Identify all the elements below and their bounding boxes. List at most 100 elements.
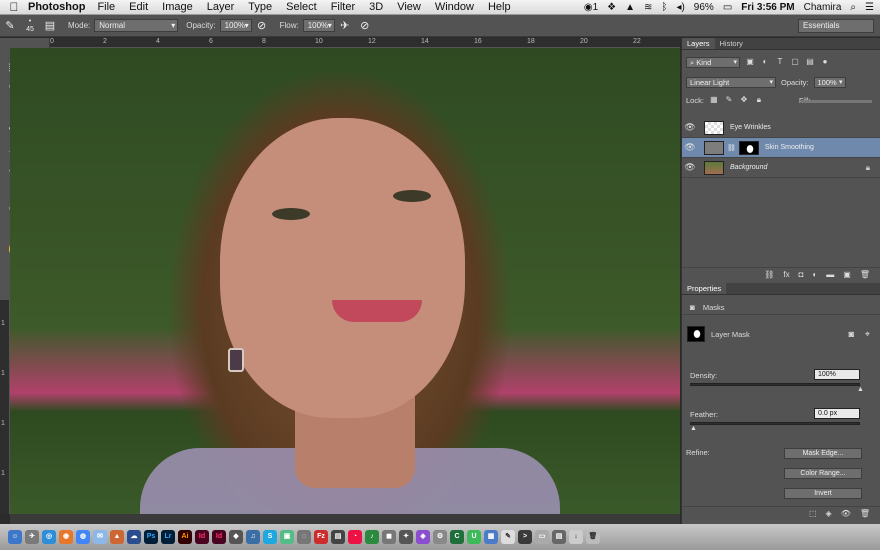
lightroom-dock-icon[interactable]: Lr — [161, 530, 175, 544]
feather-slider[interactable]: ▲ — [690, 422, 860, 432]
app-icon[interactable]: ▣ — [280, 530, 294, 544]
app-icon[interactable]: U — [467, 530, 481, 544]
lock-all-icon[interactable]: 🔒︎ — [754, 95, 764, 105]
layer-row[interactable]: 👁︎ Background 🔒︎ — [682, 158, 880, 178]
wifi-icon[interactable]: ≋ — [644, 2, 652, 13]
flow-field[interactable]: 100% — [302, 19, 335, 32]
menu-select[interactable]: Select — [286, 1, 317, 13]
apple-menu-icon[interactable]:  — [0, 0, 28, 14]
new-group-icon[interactable]: ▬ — [826, 270, 834, 279]
mode-dropdown[interactable]: Normal — [94, 19, 179, 32]
status-icon[interactable]: ◉1 — [584, 2, 598, 13]
bluetooth-icon[interactable]: ᛒ — [661, 2, 667, 13]
volume-icon[interactable]: ◂) — [676, 2, 684, 13]
skype-dock-icon[interactable]: S — [263, 530, 277, 544]
filezilla-dock-icon[interactable]: Fz — [314, 530, 328, 544]
menu-file[interactable]: File — [97, 1, 115, 13]
brush-preset-picker[interactable]: • 45 — [20, 17, 40, 35]
notifications-icon[interactable]: ☰ — [865, 2, 874, 13]
menu-window[interactable]: Window — [435, 1, 474, 13]
layer-row[interactable]: 👁︎ Eye Wrinkles — [682, 118, 880, 138]
workspace-dropdown[interactable]: Essentials — [798, 19, 874, 33]
app-icon[interactable]: ✦ — [399, 530, 413, 544]
app-icon[interactable]: ✎ — [501, 530, 515, 544]
system-preferences-icon[interactable]: ⚙ — [433, 530, 447, 544]
pressure-opacity-icon[interactable]: ⊘ — [252, 17, 272, 35]
trash-icon[interactable]: 🗑︎ — [586, 530, 600, 544]
add-mask-icon[interactable]: ◘ — [799, 270, 804, 279]
photoshop-dock-icon[interactable]: Ps — [144, 530, 158, 544]
dropbox-icon[interactable]: ❖ — [607, 2, 616, 13]
filter-kind-dropdown[interactable]: ⌕ Kind — [686, 56, 740, 68]
blend-mode-dropdown[interactable]: Linear Light — [686, 76, 776, 88]
layer-opacity-field[interactable]: 100% — [813, 76, 846, 88]
menu-layer[interactable]: Layer — [207, 1, 235, 13]
firefox-icon[interactable]: ◉ — [59, 530, 73, 544]
menu-edit[interactable]: Edit — [129, 1, 148, 13]
menu-3d[interactable]: 3D — [369, 1, 383, 13]
drive-icon[interactable]: ▲ — [625, 2, 635, 13]
density-slider[interactable]: ▲ — [690, 383, 864, 393]
link-layers-icon[interactable]: ⛓︎ — [764, 270, 774, 279]
brush-panel-icon[interactable]: ▤ — [40, 17, 60, 35]
mask-link-icon[interactable]: ⛓︎ — [727, 144, 736, 152]
app-icon[interactable]: ▤ — [331, 530, 345, 544]
layer-row-selected[interactable]: 👁︎ ⛓︎ Skin Smoothing — [682, 138, 880, 158]
shape-filter-icon[interactable]: ▢ — [790, 57, 800, 67]
lock-transparent-icon[interactable]: ▦ — [709, 95, 719, 105]
illustrator-dock-icon[interactable]: Ai — [178, 530, 192, 544]
battery-label[interactable]: 96% — [694, 2, 714, 13]
pixel-filter-icon[interactable]: ▣ — [745, 57, 755, 67]
layer-style-icon[interactable]: fx — [783, 270, 789, 279]
delete-layer-icon[interactable]: 🗑︎ — [860, 270, 870, 279]
safari-icon[interactable]: ◎ — [42, 530, 56, 544]
app-icon[interactable]: C — [450, 530, 464, 544]
type-filter-icon[interactable]: T — [775, 57, 785, 67]
airbrush-icon[interactable]: ✈ — [335, 17, 355, 35]
app-icon[interactable]: ▲ — [110, 530, 124, 544]
menu-image[interactable]: Image — [162, 1, 193, 13]
user-name[interactable]: Chamira — [804, 2, 842, 13]
launchpad-icon[interactable]: ✈ — [25, 530, 39, 544]
spotlight-icon[interactable]: ⌕ — [850, 2, 856, 13]
downloads-stack-icon[interactable]: ↓ — [569, 530, 583, 544]
app-icon[interactable]: ◆ — [229, 530, 243, 544]
tab-history[interactable]: History — [715, 38, 748, 49]
app-icon[interactable]: ▦ — [484, 530, 498, 544]
indesign-dock-icon[interactable]: Id — [195, 530, 209, 544]
app-icon[interactable]: ☁ — [127, 530, 141, 544]
load-selection-icon[interactable]: ⬚ — [809, 509, 817, 518]
toggle-mask-icon[interactable]: 👁︎ — [841, 509, 851, 518]
delete-mask-icon[interactable]: 🗑︎ — [860, 509, 870, 518]
fill-slider[interactable] — [800, 100, 872, 103]
app-icon[interactable]: ◌ — [297, 530, 311, 544]
lock-image-icon[interactable]: ✎ — [724, 95, 734, 105]
vector-mask-icon[interactable]: ⌖ — [865, 329, 870, 340]
document-canvas[interactable] — [10, 48, 680, 514]
indesign-dock-icon[interactable]: Id — [212, 530, 226, 544]
app-icon[interactable]: ◼ — [382, 530, 396, 544]
layer-mask-thumbnail[interactable] — [738, 140, 759, 155]
menu-view[interactable]: View — [397, 1, 421, 13]
visibility-eye-icon[interactable]: 👁︎ — [682, 122, 698, 133]
menu-help[interactable]: Help — [488, 1, 511, 13]
feather-slider-handle[interactable]: ▲ — [690, 425, 697, 432]
finder-icon[interactable]: ☺ — [8, 530, 22, 544]
apply-mask-icon[interactable]: ◈ — [826, 509, 832, 518]
terminal-icon[interactable]: > — [518, 530, 532, 544]
pressure-size-icon[interactable]: ⊘ — [355, 17, 375, 35]
feather-field[interactable]: 0.0 px — [814, 408, 860, 419]
pixel-mask-icon[interactable]: ◙ — [849, 329, 854, 339]
density-slider-handle[interactable]: ▲ — [857, 386, 864, 393]
invert-button[interactable]: Invert — [784, 488, 862, 499]
chrome-icon[interactable]: ◍ — [76, 530, 90, 544]
color-range-button[interactable]: Color Range... — [784, 468, 862, 479]
density-field[interactable]: 100% — [814, 369, 860, 380]
app-icon[interactable]: ▭ — [535, 530, 549, 544]
app-icon[interactable]: ♫ — [246, 530, 260, 544]
lock-position-icon[interactable]: ✥ — [739, 95, 749, 105]
new-layer-icon[interactable]: ▣ — [843, 270, 851, 279]
smart-object-filter-icon[interactable]: ▤ — [805, 57, 815, 67]
mask-edge-button[interactable]: Mask Edge... — [784, 448, 862, 459]
app-icon[interactable]: ◔ — [348, 530, 362, 544]
